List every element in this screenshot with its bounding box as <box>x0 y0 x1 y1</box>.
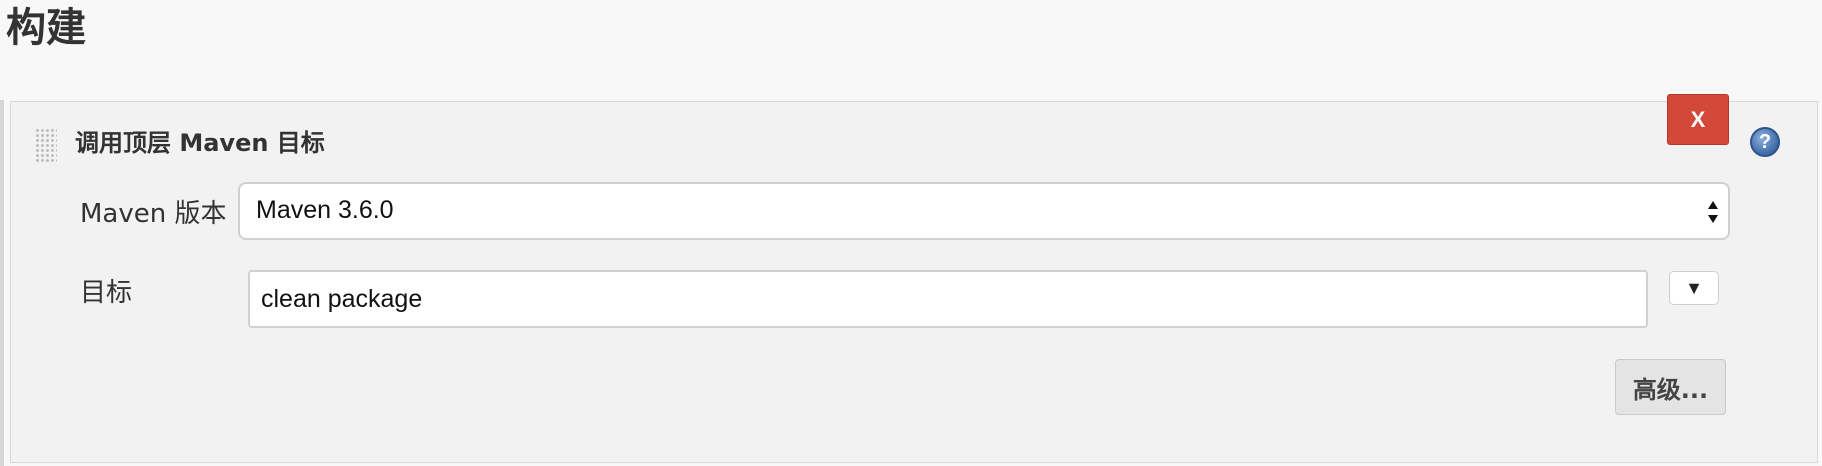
maven-version-selected-value: Maven 3.6.0 <box>256 196 394 224</box>
advanced-button[interactable]: 高级... <box>1615 359 1726 415</box>
goals-input[interactable] <box>248 270 1648 328</box>
select-arrows-icon <box>1708 201 1718 223</box>
drag-handle-icon[interactable] <box>35 128 57 162</box>
build-step-title: 调用顶层 Maven 目标 <box>75 129 325 157</box>
maven-version-select[interactable]: Maven 3.6.0 <box>238 182 1730 240</box>
section-title: 构建 <box>6 5 86 51</box>
maven-version-label: Maven 版本 <box>80 199 227 229</box>
goals-label: 目标 <box>80 278 133 308</box>
help-icon[interactable]: ? <box>1750 127 1780 157</box>
section-left-rail <box>0 100 4 466</box>
delete-step-button[interactable]: X <box>1667 94 1729 145</box>
jenkins-build-config-page: 构建 调用顶层 Maven 目标 X ? Maven 版本 Maven 3.6.… <box>0 0 1822 466</box>
expand-goals-button[interactable]: ▼ <box>1669 271 1719 305</box>
expand-down-icon: ▼ <box>1685 277 1703 298</box>
